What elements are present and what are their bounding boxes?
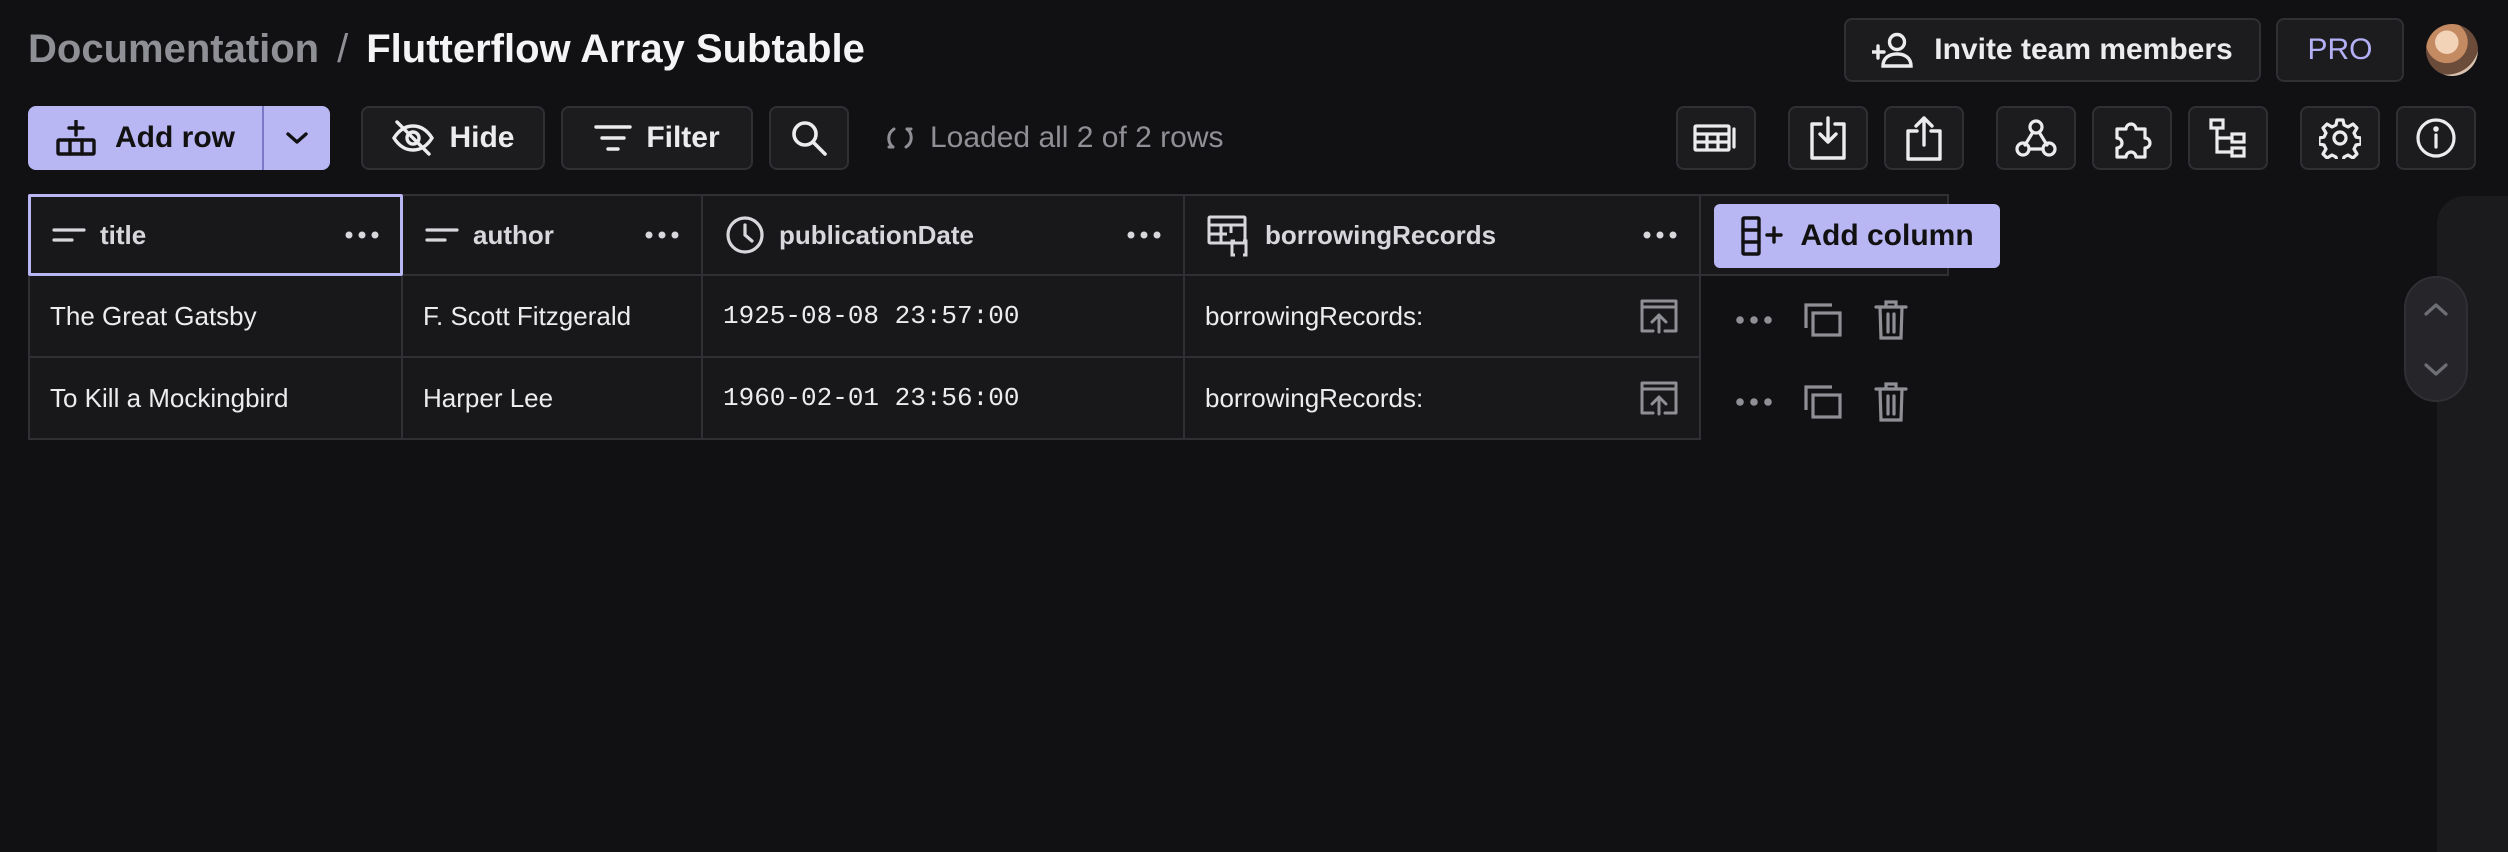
table-view-icon — [1693, 121, 1739, 155]
cell-borrowing-records-text: borrowingRecords: — [1205, 382, 1424, 413]
webhooks-button[interactable] — [1996, 106, 2076, 170]
filter-icon — [594, 123, 633, 153]
row-navigator — [2404, 276, 2468, 402]
filter-button[interactable]: Filter — [561, 106, 753, 170]
add-row-label: Add row — [115, 121, 235, 154]
hierarchy-button[interactable] — [2188, 106, 2268, 170]
webhook-icon — [2015, 118, 2057, 158]
column-header-author[interactable]: author — [403, 194, 703, 276]
more-options-icon[interactable] — [345, 231, 379, 239]
search-button[interactable] — [769, 106, 849, 170]
table-row: The Great Gatsby F. Scott Fitzgerald 192… — [28, 276, 1701, 358]
text-icon — [52, 225, 86, 245]
extensions-button[interactable] — [2092, 106, 2172, 170]
hide-label: Hide — [449, 121, 515, 154]
info-button[interactable] — [2396, 106, 2476, 170]
cell-author[interactable]: F. Scott Fitzgerald — [403, 276, 703, 358]
avatar[interactable] — [2426, 24, 2478, 76]
table-header-row: title author publicationDate borrowingRe… — [28, 194, 1701, 276]
breadcrumb-parent[interactable]: Documentation — [28, 27, 319, 72]
cell-publication-date[interactable]: 1960-02-01 23:56:00 — [703, 358, 1185, 440]
more-options-icon[interactable] — [1127, 231, 1161, 239]
export-icon — [1904, 115, 1944, 161]
text-icon — [425, 225, 459, 245]
eye-off-icon — [391, 120, 435, 156]
page-title: Flutterflow Array Subtable — [366, 26, 865, 71]
chevron-up-icon[interactable] — [2423, 301, 2449, 317]
add-row-icon — [55, 120, 97, 156]
duplicate-icon[interactable] — [1804, 302, 1842, 338]
add-row-button[interactable]: Add row — [28, 106, 262, 170]
pro-badge[interactable]: PRO — [2276, 18, 2404, 82]
hide-fields-button[interactable]: Hide — [361, 106, 545, 170]
table-row: To Kill a Mockingbird Harper Lee 1960-02… — [28, 358, 1701, 440]
info-icon — [2415, 117, 2457, 159]
chevron-down-icon — [285, 130, 309, 146]
cell-publication-date[interactable]: 1925-08-08 23:57:00 — [703, 276, 1185, 358]
row-actions — [1736, 382, 1908, 422]
table-view-button[interactable] — [1676, 106, 1756, 170]
trash-icon[interactable] — [1874, 300, 1908, 340]
add-person-icon — [1872, 32, 1916, 68]
filter-label: Filter — [646, 121, 720, 154]
load-status: Loaded all 2 of 2 rows — [884, 116, 1224, 160]
column-header-label: borrowingRecords — [1265, 219, 1497, 250]
cell-borrowing-records-text: borrowingRecords: — [1205, 300, 1424, 331]
import-button[interactable] — [1788, 106, 1868, 170]
more-options-icon[interactable] — [1643, 231, 1677, 239]
column-header-title[interactable]: title — [28, 194, 403, 276]
add-row-split-button: Add row — [28, 106, 330, 170]
add-column-icon — [1740, 216, 1784, 256]
extensions-icon — [2111, 117, 2153, 159]
hierarchy-icon — [2208, 117, 2248, 159]
breadcrumb: Documentation / Flutterflow Array Subtab… — [28, 22, 865, 76]
gear-icon — [2319, 117, 2361, 159]
cell-borrowing-records[interactable]: borrowingRecords: — [1185, 358, 1701, 440]
breadcrumb-separator: / — [337, 26, 349, 71]
more-options-icon[interactable] — [1736, 397, 1772, 407]
open-subtable-icon[interactable] — [1639, 298, 1679, 334]
load-status-text: Loaded all 2 of 2 rows — [930, 121, 1224, 154]
search-icon — [790, 119, 828, 157]
more-options-icon[interactable] — [1736, 315, 1772, 325]
duplicate-icon[interactable] — [1804, 384, 1842, 420]
import-icon — [1808, 116, 1848, 160]
column-header-borrowingRecords[interactable]: borrowingRecords — [1185, 194, 1701, 276]
column-header-label: title — [100, 219, 147, 250]
invite-team-members-button[interactable]: Invite team members — [1844, 18, 2261, 82]
chevron-down-icon[interactable] — [2423, 362, 2449, 378]
cell-title[interactable]: The Great Gatsby — [28, 276, 403, 358]
subtable-icon — [1207, 213, 1251, 257]
add-row-dropdown-button[interactable] — [264, 106, 330, 170]
column-header-label: publicationDate — [779, 219, 975, 250]
cell-author[interactable]: Harper Lee — [403, 358, 703, 440]
column-header-publicationDate[interactable]: publicationDate — [703, 194, 1185, 276]
add-column-button[interactable]: Add column — [1714, 204, 2000, 268]
open-subtable-icon[interactable] — [1639, 380, 1679, 416]
more-options-icon[interactable] — [645, 231, 679, 239]
trash-icon[interactable] — [1874, 382, 1908, 422]
export-button[interactable] — [1884, 106, 1964, 170]
column-header-label: author — [473, 219, 554, 250]
cell-borrowing-records[interactable]: borrowingRecords: — [1185, 276, 1701, 358]
settings-button[interactable] — [2300, 106, 2380, 170]
cell-title[interactable]: To Kill a Mockingbird — [28, 358, 403, 440]
add-column-label: Add column — [1800, 219, 1974, 252]
invite-label: Invite team members — [1934, 33, 2233, 66]
refresh-icon — [884, 122, 916, 154]
clock-icon — [725, 215, 765, 255]
row-actions — [1736, 300, 1908, 340]
